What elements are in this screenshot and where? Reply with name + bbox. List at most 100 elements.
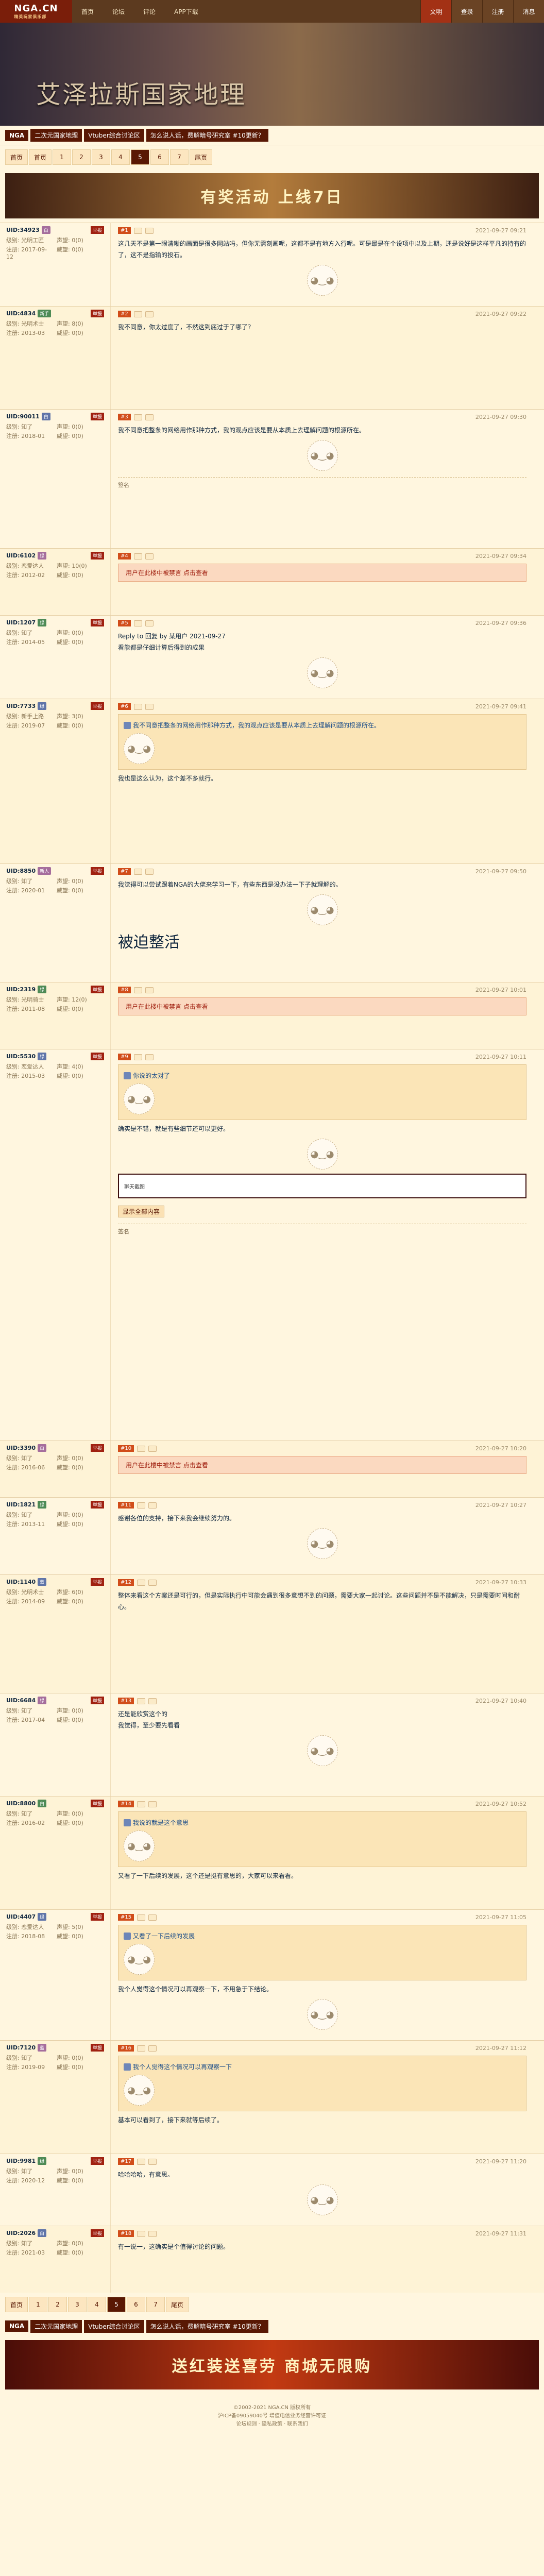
page-link[interactable]: 1 [29,2297,47,2312]
username[interactable]: UID:1821 [6,1501,36,1508]
quote-icon[interactable] [145,987,154,993]
sub-forum-link-0[interactable]: 二次元国家地理 [30,2319,82,2333]
site-logo[interactable]: NGA.CN 精英玩家俱乐部 [0,0,72,23]
sub-forum-link-2[interactable]: 怎么说人话，费解暗号研究室 #10更新？ [146,129,268,142]
page-link[interactable]: 3 [68,2297,87,2312]
reply-icon[interactable] [137,1502,146,1509]
reply-icon[interactable] [133,311,142,317]
report-button[interactable]: 举报 [90,1578,104,1586]
report-button[interactable]: 举报 [90,1800,104,1807]
reply-icon[interactable] [137,1579,146,1586]
page-link[interactable]: 6 [127,2297,145,2312]
report-button[interactable]: 举报 [90,2229,104,2237]
report-button[interactable]: 举报 [90,2157,104,2165]
nav-right-0[interactable]: 文明 [420,0,451,23]
page-link[interactable]: 7 [146,2297,165,2312]
hidden-content[interactable]: 用户在此楼中被禁言 点击查看 [118,997,526,1015]
quote-icon[interactable] [145,868,154,875]
username[interactable]: UID:7733 [6,703,36,709]
report-button[interactable]: 举报 [90,867,104,875]
report-button[interactable]: 举报 [90,1697,104,1704]
quote-icon[interactable] [148,1801,157,1807]
page-link[interactable]: 2 [72,149,91,165]
username[interactable]: UID:9981 [6,2158,36,2164]
reply-icon[interactable] [133,703,142,710]
username[interactable]: UID:3390 [6,1445,36,1451]
username[interactable]: UID:8800 [6,1800,36,1807]
username[interactable]: UID:4834 [6,310,36,317]
report-button[interactable]: 举报 [90,619,104,626]
page-link[interactable]: 2 [48,2297,67,2312]
reply-icon[interactable] [137,1698,146,1704]
reply-icon[interactable] [137,1445,146,1452]
hidden-content[interactable]: 用户在此楼中被禁言 点击查看 [118,564,526,582]
username[interactable]: UID:2026 [6,2230,36,2236]
hidden-content[interactable]: 用户在此楼中被禁言 点击查看 [118,1456,526,1474]
username[interactable]: UID:5530 [6,1053,36,1060]
quote-icon[interactable] [148,1698,157,1704]
page-link[interactable]: 4 [88,2297,106,2312]
page-current[interactable]: 5 [131,149,149,165]
report-button[interactable]: 举报 [90,413,104,420]
nav-home[interactable]: 首页 [72,7,103,16]
sub-forum-link-1[interactable]: Vtuber综合讨论区 [84,2319,144,2333]
report-button[interactable]: 举报 [90,1913,104,1921]
nav-right-1[interactable]: 登录 [451,0,482,23]
page-link[interactable]: 6 [150,149,169,165]
ad-banner-bottom[interactable]: 送红装送喜劳 商城无限购 [5,2340,539,2389]
username[interactable]: UID:6102 [6,552,36,559]
page-last[interactable]: 尾页 [190,149,212,165]
nav-app[interactable]: APP下载 [165,7,208,16]
page-link[interactable]: 4 [111,149,130,165]
reply-icon[interactable] [133,987,142,993]
reply-icon[interactable] [137,2158,146,2165]
sub-forum-link-2[interactable]: 怎么说人话，费解暗号研究室 #10更新？ [146,2319,268,2333]
page-first[interactable]: 首页 [5,149,28,165]
reply-icon[interactable] [133,868,142,875]
reply-icon[interactable] [133,414,142,420]
page-first[interactable]: 首页 [5,2297,28,2312]
quote-icon[interactable] [145,227,154,234]
report-button[interactable]: 举报 [90,1053,104,1060]
nav-comments[interactable]: 评论 [134,7,165,16]
username[interactable]: UID:6684 [6,1697,36,1704]
nav-right-3[interactable]: 消息 [513,0,544,23]
quote-icon[interactable] [145,620,154,626]
reply-icon[interactable] [133,227,142,234]
username[interactable]: UID:1207 [6,619,36,626]
username[interactable]: UID:1140 [6,1579,36,1585]
quote-icon[interactable] [145,703,154,710]
ad-banner[interactable]: 有奖活动 上线7日 [5,173,539,218]
page-current[interactable]: 5 [107,2297,126,2312]
reply-icon[interactable] [137,2045,146,2052]
report-button[interactable]: 举报 [90,2044,104,2052]
report-button[interactable]: 举报 [90,1501,104,1509]
report-button[interactable]: 举报 [90,310,104,317]
sub-forum-link-1[interactable]: Vtuber综合讨论区 [84,129,144,142]
report-button[interactable]: 举报 [90,702,104,710]
quote-icon[interactable] [145,553,154,560]
quote-icon[interactable] [145,414,154,420]
page-link[interactable]: 3 [92,149,110,165]
report-button[interactable]: 举报 [90,1444,104,1452]
show-all-button[interactable]: 显示全部内容 [118,1206,165,1217]
reply-icon[interactable] [133,620,142,626]
nav-right-2[interactable]: 注册 [482,0,513,23]
reply-icon[interactable] [137,1914,146,1921]
quote-icon[interactable] [148,1579,157,1586]
report-button[interactable]: 举报 [90,226,104,234]
username[interactable]: UID:2319 [6,986,36,993]
page-link[interactable]: 7 [170,149,189,165]
reply-icon[interactable] [137,1801,146,1807]
nav-forum[interactable]: 论坛 [103,7,134,16]
report-button[interactable]: 举报 [90,986,104,993]
sub-forum-link-0[interactable]: 二次元国家地理 [30,129,82,142]
quote-icon[interactable] [148,1914,157,1921]
quote-icon[interactable] [148,1502,157,1509]
username[interactable]: UID:7120 [6,2044,36,2051]
quote-icon[interactable] [145,1054,154,1060]
quote-icon[interactable] [148,2230,157,2237]
report-button[interactable]: 举报 [90,552,104,560]
reply-icon[interactable] [133,553,142,560]
reply-icon[interactable] [137,2230,146,2237]
